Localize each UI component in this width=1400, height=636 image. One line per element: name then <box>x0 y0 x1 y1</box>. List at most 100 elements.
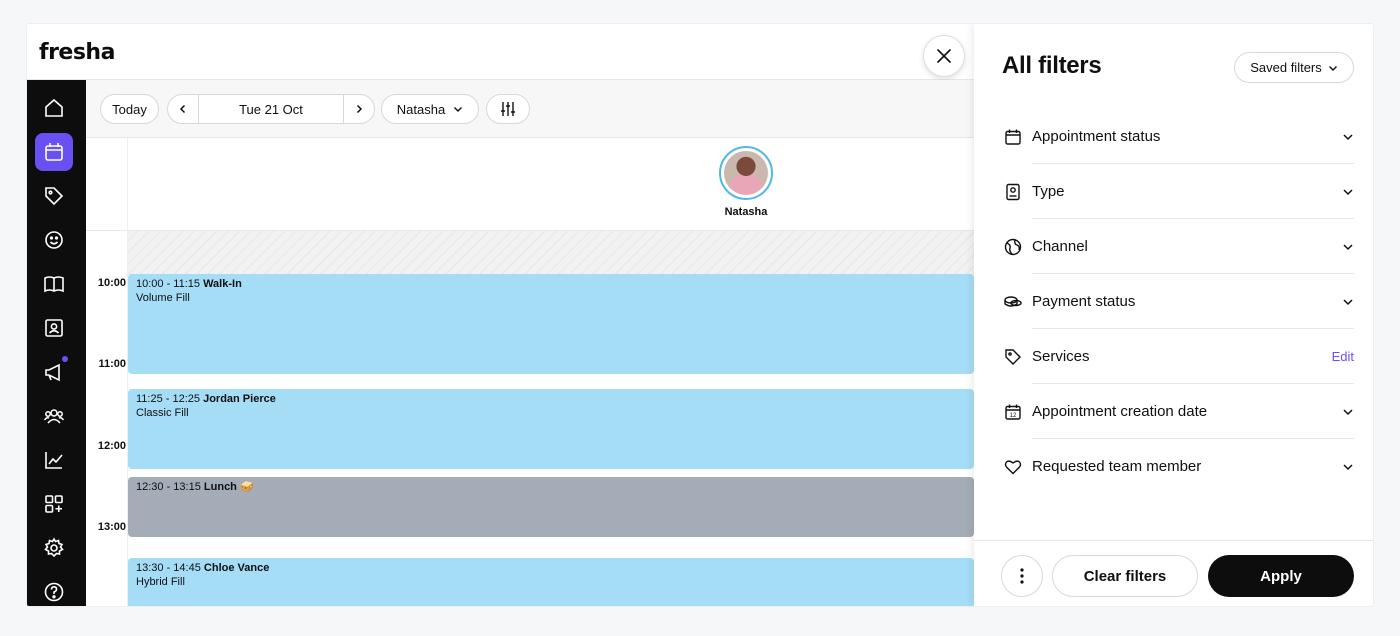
clear-filters-button[interactable]: Clear filters <box>1052 555 1198 597</box>
filter-label: Requested team member <box>1032 458 1202 475</box>
sidebar-item-settings[interactable] <box>35 529 73 567</box>
staff-select[interactable]: Natasha <box>381 94 479 124</box>
panel-footer: Clear filters Apply <box>974 540 1373 606</box>
close-icon <box>937 49 951 63</box>
sliders-icon <box>501 102 515 116</box>
appointment-service: Classic Fill <box>136 407 189 419</box>
appointment-client: Chloe Vance <box>203 562 270 574</box>
saved-filters-button[interactable]: Saved filters <box>1234 52 1354 83</box>
tag-icon <box>45 187 64 206</box>
megaphone-icon <box>45 363 60 382</box>
calendar-icon <box>45 143 63 161</box>
filters-button[interactable] <box>486 94 530 124</box>
sidebar <box>27 80 86 606</box>
staff-header: Natasha <box>86 138 974 231</box>
today-button[interactable]: Today <box>100 94 159 124</box>
time-column: 10:00 11:00 12:00 13:00 <box>86 231 128 606</box>
sidebar-item-marketing[interactable] <box>35 353 73 391</box>
globe-icon <box>1004 238 1022 255</box>
filter-appointment-creation-date[interactable]: 12 Appointment creation date <box>1002 384 1354 439</box>
appointment-client: Walk-In <box>203 278 242 290</box>
sidebar-item-help[interactable] <box>35 573 73 606</box>
more-vertical-icon <box>1020 568 1024 584</box>
filter-appointment-status[interactable]: Appointment status <box>1002 109 1354 164</box>
smiley-icon <box>45 231 63 249</box>
date-navigator: Tue 21 Oct <box>167 94 375 124</box>
blocked-time-title: Lunch 🥪 <box>203 481 254 493</box>
staff-name: Natasha <box>724 206 768 218</box>
home-icon <box>45 98 63 117</box>
time-label: 11:00 <box>98 358 126 370</box>
appointment-block[interactable]: 11:25 - 12:25 Jordan Pierce Classic Fill <box>128 389 974 469</box>
panel-title: All filters <box>1002 52 1102 79</box>
book-icon <box>44 276 64 293</box>
apply-button[interactable]: Apply <box>1208 555 1354 597</box>
time-label: 12:00 <box>97 440 126 452</box>
sidebar-item-home[interactable] <box>35 89 73 127</box>
next-day-button[interactable] <box>344 95 374 123</box>
filter-label: Channel <box>1032 238 1088 255</box>
heart-icon <box>1004 459 1022 474</box>
avatar[interactable] <box>719 146 773 200</box>
filter-label: Appointment creation date <box>1032 403 1208 420</box>
close-button[interactable] <box>923 35 965 77</box>
sidebar-item-sales[interactable] <box>35 177 73 215</box>
filter-label: Payment status <box>1032 293 1136 310</box>
filters-panel: All filters Saved filters Appointment st… <box>974 24 1373 606</box>
notification-badge <box>62 356 68 362</box>
help-icon <box>44 582 64 602</box>
id-badge-icon <box>1006 183 1020 200</box>
appointment-service: Hybrid Fill <box>136 576 185 588</box>
calendar-toolbar: Today Tue 21 Oct Natasha <box>86 80 974 138</box>
sidebar-item-calendar[interactable] <box>35 133 73 171</box>
calendar-icon <box>1005 129 1021 145</box>
chevron-down-icon <box>1343 243 1353 250</box>
team-icon <box>43 409 65 424</box>
filter-label: Type <box>1032 183 1065 200</box>
top-bar: fresha <box>27 24 974 80</box>
chevron-down-icon <box>1343 463 1353 470</box>
apps-add-icon <box>45 495 63 513</box>
sidebar-item-catalog[interactable] <box>35 265 73 303</box>
filter-services[interactable]: Services Edit <box>1002 329 1354 384</box>
appointment-block[interactable]: 10:00 - 11:15 Walk-In Volume Fill <box>128 274 974 374</box>
services-edit-link[interactable]: Edit <box>1332 349 1354 364</box>
sidebar-item-reports[interactable] <box>35 441 73 479</box>
staff-select-label: Natasha <box>396 101 446 117</box>
chart-icon <box>45 452 63 469</box>
chevron-down-icon <box>1343 133 1353 140</box>
filter-requested-team-member[interactable]: Requested team member <box>1002 439 1354 494</box>
time-label: 13:00 <box>97 521 126 533</box>
appointment-block[interactable]: 13:30 - 14:45 Chloe Vance Hybrid Fill <box>128 558 974 606</box>
chevron-down-icon <box>1343 188 1353 195</box>
filter-channel[interactable]: Channel <box>1002 219 1354 274</box>
appointment-client: Jordan Pierce <box>203 393 276 405</box>
app-window: fresha Today Tue 21 Oct Natasha Natasha … <box>27 24 1373 606</box>
chevron-down-icon <box>1343 408 1353 415</box>
previous-day-button[interactable] <box>168 95 198 123</box>
logo: fresha <box>39 40 115 65</box>
chevron-right-icon <box>356 104 363 114</box>
chevron-down-icon <box>1328 65 1337 71</box>
sidebar-item-clients[interactable] <box>35 221 73 259</box>
blocked-time-block[interactable]: 12:30 - 13:15 Lunch 🥪 <box>128 477 974 537</box>
sidebar-item-team[interactable] <box>35 397 73 435</box>
unavailable-slot <box>128 231 974 275</box>
tag-icon <box>1005 348 1021 365</box>
filter-payment-status[interactable]: Payment status <box>1002 274 1354 329</box>
date-picker[interactable]: Tue 21 Oct <box>198 95 344 123</box>
filter-label: Appointment status <box>1032 128 1161 145</box>
user-card-icon <box>45 319 63 337</box>
chevron-down-icon <box>1343 298 1353 305</box>
svg-text:12: 12 <box>1010 413 1017 419</box>
coins-icon <box>1004 295 1022 307</box>
filter-label: Services <box>1032 348 1090 365</box>
sidebar-item-add-ons[interactable] <box>35 485 73 523</box>
more-options-button[interactable] <box>1001 555 1043 597</box>
appointment-service: Volume Fill <box>136 292 190 304</box>
filter-type[interactable]: Type <box>1002 164 1354 219</box>
sidebar-item-online-profile[interactable] <box>35 309 73 347</box>
calendar-date-icon: 12 <box>1005 404 1021 420</box>
gear-icon <box>44 537 64 558</box>
chevron-left-icon <box>179 104 186 114</box>
